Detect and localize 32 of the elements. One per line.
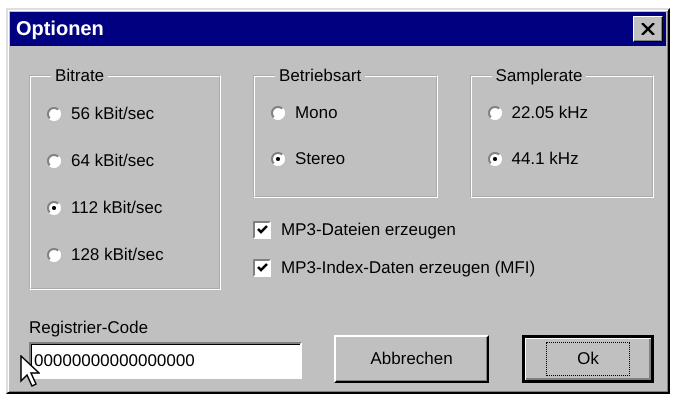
window-title: Optionen	[16, 18, 104, 40]
radio-button[interactable]	[47, 248, 61, 262]
checkbox[interactable]	[253, 221, 271, 239]
option-label: 56 kBit/sec	[71, 104, 154, 124]
group-label: Samplerate	[494, 66, 584, 86]
radio-button[interactable]	[47, 200, 61, 214]
option-label: Stereo	[295, 149, 346, 169]
dialog-button[interactable]: Ok	[522, 335, 654, 383]
close-icon	[641, 23, 655, 35]
registration-code-field[interactable]: 00000000000000000	[29, 342, 302, 379]
close-button[interactable]	[633, 16, 663, 42]
option-label: 64 kBit/sec	[71, 150, 154, 170]
checkbox-label: MP3-Index-Daten erzeugen (MFI)	[281, 258, 536, 278]
radio-button[interactable]	[271, 106, 285, 120]
group-label: Betriebsart	[278, 66, 362, 86]
option-label: 128 kBit/sec	[71, 244, 164, 264]
option-label: 22.05 kHz	[512, 103, 588, 123]
option-label: 44.1 kHz	[512, 149, 579, 169]
checkbox[interactable]	[253, 259, 271, 277]
check-mark-icon	[256, 263, 268, 273]
dialog-button[interactable]: Abbrechen	[334, 335, 490, 383]
radio-button[interactable]	[488, 106, 502, 120]
option-label: 112 kBit/sec	[71, 198, 162, 218]
checkbox-label: MP3-Dateien erzeugen	[281, 220, 456, 240]
check-mark-icon	[256, 225, 268, 235]
group-label: Bitrate	[54, 66, 106, 86]
field-label: Registrier-Code	[29, 318, 150, 338]
radio-button[interactable]	[47, 106, 61, 120]
option-label: Mono	[295, 103, 338, 123]
radio-button[interactable]	[47, 154, 61, 168]
radio-button[interactable]	[488, 152, 502, 166]
radio-button[interactable]	[271, 152, 285, 166]
